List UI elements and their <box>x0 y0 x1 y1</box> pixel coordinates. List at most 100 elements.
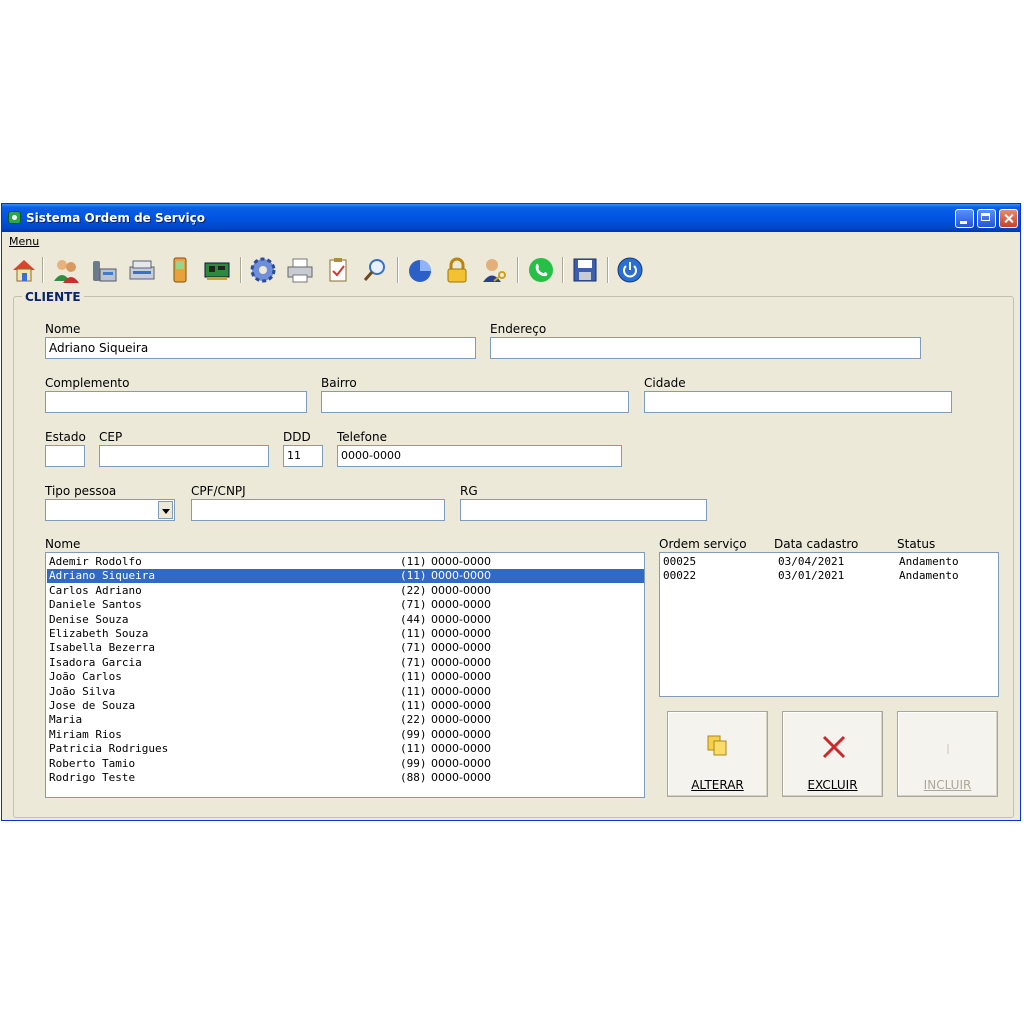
client-phone: 0000-0000 <box>431 742 491 756</box>
client-ddd: (11) <box>400 670 427 684</box>
toolbar-separator <box>42 257 44 283</box>
list-item[interactable]: Adriano Siqueira (11) 0000-0000 <box>47 569 644 584</box>
lock-icon[interactable] <box>442 255 472 285</box>
client-phone: 0000-0000 <box>431 727 491 741</box>
tipo-pessoa-select[interactable] <box>45 499 175 521</box>
list-item[interactable]: Miriam Rios (99) 0000-0000 <box>47 728 644 742</box>
phone-fax-icon[interactable] <box>89 255 119 285</box>
list-item[interactable]: Maria (22) 0000-0000 <box>47 713 644 727</box>
cpf-cnpj-field[interactable] <box>191 499 445 521</box>
list-item[interactable]: Carlos Adriano (22) 0000-0000 <box>47 584 644 598</box>
window-title: Sistema Ordem de Serviço <box>26 211 205 225</box>
client-ddd: (11) <box>400 627 427 640</box>
app-icon[interactable] <box>8 211 21 224</box>
client-ddd: (71) <box>400 641 427 655</box>
list-item[interactable]: Denise Souza (44) 0000-0000 <box>47 613 644 627</box>
home-icon[interactable] <box>9 255 39 285</box>
gear-icon[interactable] <box>248 255 278 285</box>
scanner-icon[interactable] <box>127 255 157 285</box>
list-item[interactable]: João Silva (11) 0000-0000 <box>47 685 644 699</box>
client-name: Ademir Rodolfo <box>49 555 142 568</box>
client-ddd: (22) <box>400 713 427 727</box>
excluir-label: EXCLUIR <box>807 778 858 792</box>
minimize-button[interactable] <box>955 209 974 228</box>
complemento-label: Complemento <box>45 376 130 390</box>
list-item[interactable]: Roberto Tamio (99) 0000-0000 <box>47 757 644 771</box>
client-name: Isadora Garcia <box>49 655 142 669</box>
power-icon[interactable] <box>615 255 645 285</box>
whatsapp-icon[interactable] <box>526 255 556 285</box>
users-icon[interactable] <box>51 255 81 285</box>
copy-icon <box>707 735 727 756</box>
list-item[interactable]: João Carlos (11) 0000-0000 <box>47 670 644 684</box>
client-name: Miriam Rios <box>49 727 122 741</box>
client-ddd: (11) <box>400 555 427 568</box>
client-ddd: (11) <box>400 699 427 712</box>
list-item[interactable]: Isadora Garcia (71) 0000-0000 <box>47 656 644 670</box>
alterar-label: ALTERAR <box>691 778 744 792</box>
endereco-field[interactable] <box>490 337 921 359</box>
title-bar[interactable]: Sistema Ordem de Serviço <box>2 204 1020 232</box>
client-phone: 0000-0000 <box>431 713 491 727</box>
orders-header-date[interactable]: Data cadastro <box>774 537 858 551</box>
list-item[interactable]: Ademir Rodolfo (11) 0000-0000 <box>47 555 644 569</box>
save-icon[interactable] <box>570 255 600 285</box>
nome-label: Nome <box>45 322 81 336</box>
user-key-icon[interactable] <box>479 255 509 285</box>
client-name: Daniele Santos <box>49 598 142 612</box>
telefone-label: Telefone <box>337 430 387 444</box>
circuit-board-icon[interactable] <box>202 255 232 285</box>
maximize-button[interactable] <box>977 209 996 228</box>
bairro-field[interactable] <box>321 391 629 413</box>
orders-header-status[interactable]: Status <box>897 537 935 551</box>
list-item[interactable]: Daniele Santos (71) 0000-0000 <box>47 598 644 612</box>
estado-field[interactable] <box>45 445 85 467</box>
client-ddd: (11) <box>400 742 427 756</box>
search-icon[interactable] <box>360 255 390 285</box>
toolbar-separator <box>517 257 519 283</box>
mobile-phone-icon[interactable] <box>165 255 195 285</box>
printer-icon[interactable] <box>285 255 315 285</box>
order-os: 00025 <box>663 555 697 568</box>
pie-chart-icon[interactable] <box>405 255 435 285</box>
list-item[interactable]: Patricia Rodrigues (11) 0000-0000 <box>47 742 644 756</box>
alterar-button[interactable]: ALTERAR <box>667 711 768 797</box>
client-phone: 0000-0000 <box>431 598 491 612</box>
excluir-button[interactable]: EXCLUIR <box>782 711 883 797</box>
client-name: João Carlos <box>49 670 122 684</box>
complemento-field[interactable] <box>45 391 307 413</box>
telefone-field[interactable]: 0000-0000 <box>337 445 622 467</box>
table-row[interactable]: 00025 03/04/2021 Andamento <box>661 555 997 569</box>
client-list[interactable]: Ademir Rodolfo (11) 0000-0000 Adriano Sique… <box>45 552 645 798</box>
toolbar-separator <box>397 257 399 283</box>
toolbar-separator <box>240 257 242 283</box>
client-phone: 0000-0000 <box>431 555 491 568</box>
orders-list[interactable]: 00025 03/04/2021 Andamento 00022 03/01/2021 A… <box>659 552 999 697</box>
menu-item-menu[interactable]: Menu <box>9 235 39 248</box>
client-ddd: (99) <box>400 756 427 770</box>
list-item[interactable]: Jose de Souza (11) 0000-0000 <box>47 699 644 713</box>
order-os: 00022 <box>663 569 697 583</box>
list-item[interactable]: Rodrigo Teste (88) 0000-0000 <box>47 771 644 785</box>
incluir-button[interactable]: INCLUIR <box>897 711 998 797</box>
cpf-cnpj-label: CPF/CNPJ <box>191 484 246 498</box>
cep-field[interactable] <box>99 445 269 467</box>
checklist-icon[interactable] <box>323 255 353 285</box>
ddd-field[interactable]: 11 <box>283 445 323 467</box>
client-name: Carlos Adriano <box>49 583 142 597</box>
table-row[interactable]: 00022 03/01/2021 Andamento <box>661 569 997 583</box>
chevron-down-icon[interactable] <box>158 501 173 519</box>
client-name: Adriano Siqueira <box>49 569 155 583</box>
rg-field[interactable] <box>460 499 707 521</box>
client-ddd: (44) <box>400 612 427 626</box>
bairro-label: Bairro <box>321 376 357 390</box>
main-window: Sistema Ordem de Serviço Menu CLIENTE No… <box>1 203 1021 821</box>
orders-header-os[interactable]: Ordem serviço <box>659 537 747 551</box>
nome-field[interactable]: Adriano Siqueira <box>45 337 476 359</box>
cidade-field[interactable] <box>644 391 952 413</box>
close-button[interactable] <box>999 209 1018 228</box>
list-item[interactable]: Elizabeth Souza (11) 0000-0000 <box>47 627 644 641</box>
order-date: 03/04/2021 <box>778 555 845 568</box>
list-item[interactable]: Isabella Bezerra (71) 0000-0000 <box>47 641 644 655</box>
delete-x-icon <box>822 735 846 759</box>
